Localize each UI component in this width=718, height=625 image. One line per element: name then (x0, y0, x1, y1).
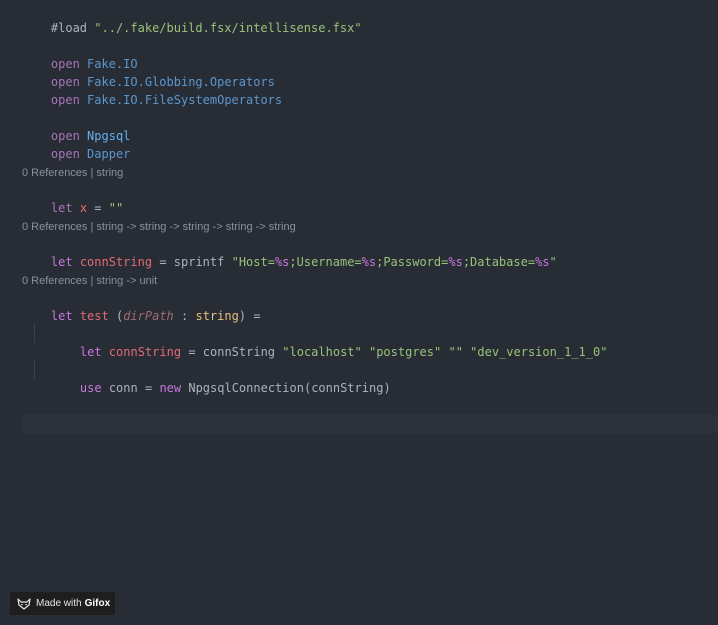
indent-guide (34, 359, 35, 379)
format-specifier: %s (448, 255, 463, 269)
type-name: string (195, 309, 239, 323)
namespace-name: Fake.IO.FileSystemOperators (87, 93, 283, 107)
equals-operator: = (159, 255, 167, 269)
paren-close: ) (383, 381, 391, 395)
code-line-open-filesystem[interactable]: open Fake.IO.FileSystemOperators (22, 73, 282, 107)
equals-operator: = (94, 201, 102, 215)
namespace-name: Dapper (87, 147, 131, 161)
code-line-let-connstring[interactable]: let connString = sprintf "Host=%s;Userna… (22, 235, 557, 269)
code-line-load[interactable]: #load "../.fake/build.fsx/intellisense.f… (22, 1, 362, 35)
type-colon: : (181, 309, 189, 323)
let-keyword: let (50, 201, 73, 215)
format-specifier: %s (274, 255, 290, 269)
code-line-let-x[interactable]: let x = "" (22, 181, 123, 215)
string-arg: "dev_version_1_1_0" (470, 345, 608, 359)
binding-name: x (79, 201, 88, 215)
fox-logo-icon (17, 597, 31, 610)
format-string-part: ;Username= (289, 255, 362, 269)
code-line-open-globbing[interactable]: open Fake.IO.Globbing.Operators (22, 55, 275, 89)
string-arg: "localhost" (282, 345, 362, 359)
equals-operator: = (253, 309, 261, 323)
argument: connString (311, 381, 384, 395)
equals-operator: = (144, 381, 153, 395)
load-directive: #load (50, 21, 88, 35)
new-keyword: new (159, 381, 182, 395)
equals-operator: = (188, 345, 196, 359)
format-string-part: ;Password= (376, 255, 449, 269)
codelens-references[interactable]: 0 References | string -> unit (22, 274, 157, 288)
constructor-name: NpgsqlConnection (188, 381, 304, 395)
format-string-part: " (549, 255, 557, 269)
function-name: test (79, 309, 109, 323)
function-call: connString (202, 345, 276, 359)
parameter-name: dirPath (123, 309, 174, 323)
open-keyword: open (50, 147, 80, 161)
badge-prefix: Made with (36, 598, 82, 609)
code-line-use-conn[interactable]: use conn = new NpgsqlConnection(connStri… (51, 361, 391, 395)
string-arg: "" (448, 345, 463, 359)
codelens-references[interactable]: 0 References | string -> string -> strin… (22, 220, 296, 234)
code-line-open-fake-io[interactable]: open Fake.IO (22, 37, 138, 71)
paren-close: ) (238, 309, 247, 323)
format-string-part: "Host= (231, 255, 275, 269)
code-editor[interactable]: #load "../.fake/build.fsx/intellisense.f… (0, 0, 718, 625)
binding-name: connString (79, 255, 153, 269)
code-line-open-dapper[interactable]: open Dapper (22, 127, 131, 161)
binding-name: connString (108, 345, 182, 359)
code-line-let-test[interactable]: let test (dirPath : string) = (22, 289, 261, 323)
code-line-inner-let[interactable]: let connString = connString "localhost" … (51, 325, 608, 359)
string-literal: "" (108, 201, 124, 215)
function-name: sprintf (173, 255, 225, 269)
codelens-references[interactable]: 0 References | string (22, 166, 123, 180)
gifox-watermark: Made with Gifox (10, 592, 115, 615)
code-line-open-npgsql[interactable]: open Npgsql (22, 109, 131, 143)
let-keyword: let (50, 255, 73, 269)
load-path: "../.fake/build.fsx/intellisense.fsx" (94, 21, 362, 35)
open-keyword: open (50, 93, 80, 107)
badge-brand: Gifox (84, 598, 111, 609)
let-keyword: let (50, 309, 73, 323)
string-arg: "postgres" (368, 345, 442, 359)
use-keyword: use (79, 381, 102, 395)
binding-name: conn (108, 381, 138, 395)
let-keyword: let (79, 345, 102, 359)
current-line-highlight[interactable] (22, 415, 718, 433)
format-specifier: %s (361, 255, 377, 269)
format-string-part: ;Database= (462, 255, 536, 269)
indent-guide (34, 323, 35, 343)
format-specifier: %s (535, 255, 550, 269)
